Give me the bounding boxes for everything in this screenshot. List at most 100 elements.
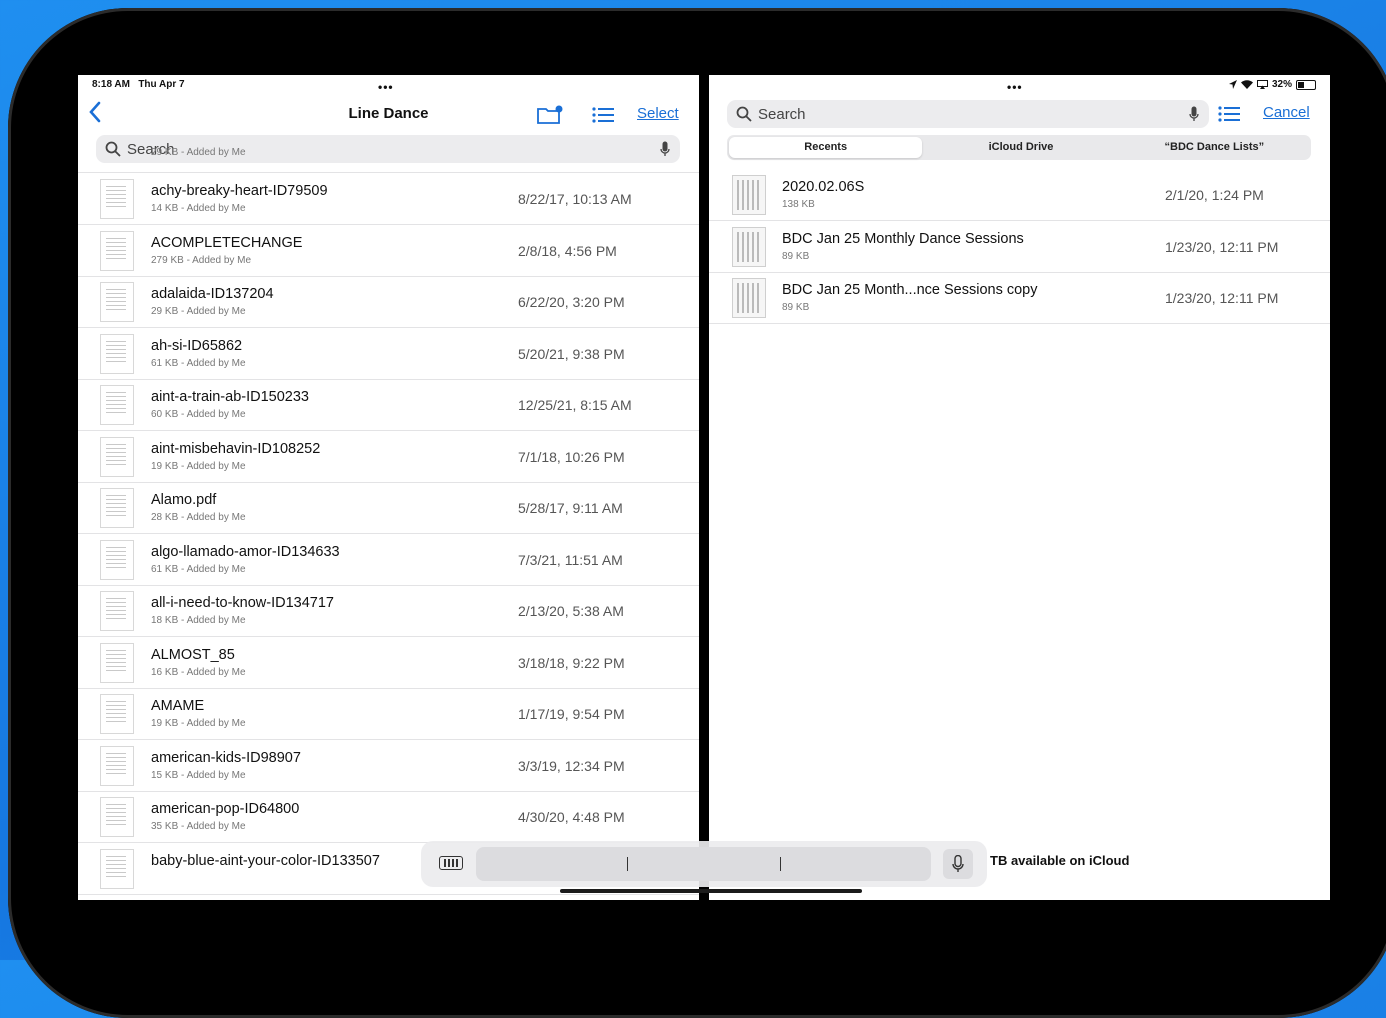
list-item[interactable]: ah-si-ID65862 61 KB - Added by Me 5/20/21,… [78, 328, 699, 380]
file-meta: 28 KB - Added by Me [151, 512, 246, 523]
document-thumbnail [100, 797, 134, 837]
file-meta: 14 KB - Added by Me [151, 203, 246, 214]
dictation-button[interactable] [943, 849, 973, 879]
tab-icloud-drive[interactable]: iCloud Drive [924, 135, 1117, 160]
list-item[interactable]: ACOMPLETECHANGE 279 KB - Added by Me 2/8/1… [78, 225, 699, 277]
document-thumbnail [100, 848, 134, 889]
left-files-pane: 8:18 AM Thu Apr 7 ••• Line Dance Select … [78, 75, 699, 900]
file-name: aint-a-train-ab-ID150233 [151, 389, 309, 405]
list-item[interactable]: adalaida-ID137204 29 KB - Added by Me 6/22… [78, 276, 699, 328]
file-name: american-pop-ID64800 [151, 801, 300, 817]
list-item[interactable]: BDC Jan 25 Month...nce Sessions copy 89 K… [709, 272, 1330, 324]
list-item[interactable]: 29 KB - Added by Me [78, 145, 699, 173]
icloud-storage-text: TB available on iCloud [990, 853, 1130, 868]
multitasking-dots[interactable]: ••• [1007, 80, 1023, 94]
file-name: baby-blue-aint-your-color-ID133507 [151, 852, 380, 869]
document-thumbnail [100, 230, 134, 271]
list-item[interactable]: aint-misbehavin-ID108252 19 KB - Added by… [78, 431, 699, 483]
document-thumbnail [100, 488, 134, 528]
list-item[interactable]: american-kids-ID98907 15 KB - Added by Me… [78, 740, 699, 792]
file-date: 1/17/19, 9:54 PM [518, 706, 625, 722]
list-item[interactable]: Alamo.pdf 28 KB - Added by Me 5/28/17, 9:1… [78, 482, 699, 534]
file-date: 7/1/18, 10:26 PM [518, 448, 625, 465]
file-name: ALMOST_85 [151, 646, 235, 663]
multitasking-dots[interactable]: ••• [378, 80, 394, 94]
tab-bdc-dance-lists[interactable]: “BDC Dance Lists” [1118, 135, 1311, 160]
file-date: 1/23/20, 12:11 PM [1165, 238, 1279, 255]
split-view-divider[interactable] [699, 75, 709, 900]
file-name: achy-breaky-heart-ID79509 [151, 183, 328, 199]
file-date: 2/1/20, 1:24 PM [1165, 187, 1264, 203]
list-item[interactable]: all-i-need-to-know-ID134717 18 KB - Added… [78, 585, 699, 637]
keyboard-icon[interactable] [439, 856, 463, 870]
list-item[interactable]: american-pop-ID64800 35 KB - Added by Me 4… [78, 791, 699, 843]
file-meta: 19 KB - Added by Me [151, 460, 246, 472]
document-thumbnail [100, 436, 134, 477]
search-input[interactable]: Search [727, 100, 1209, 128]
list-item[interactable]: BDC Jan 25 Monthly Dance Sessions 89 KB 1/… [709, 221, 1330, 273]
document-thumbnail [100, 539, 134, 580]
document-thumbnail [100, 745, 134, 786]
file-date: 8/22/17, 10:13 AM [518, 191, 632, 207]
file-meta: 89 KB [782, 250, 810, 262]
microphone-icon [952, 855, 964, 872]
file-meta: 16 KB - Added by Me [151, 666, 246, 678]
file-meta: 19 KB - Added by Me [151, 718, 246, 729]
file-date: 2/8/18, 4:56 PM [518, 242, 617, 259]
file-name: AMAME [151, 698, 205, 714]
file-date: 12/25/21, 8:15 AM [518, 397, 632, 413]
document-thumbnail [100, 642, 134, 683]
document-thumbnail [732, 226, 766, 267]
file-meta: 279 KB - Added by Me [151, 254, 252, 266]
document-thumbnail [100, 385, 134, 425]
file-meta: 29 KB - Added by Me [151, 306, 246, 317]
file-date: 3/3/19, 12:34 PM [518, 757, 625, 774]
file-name: Alamo.pdf [151, 492, 217, 508]
battery-percent: 32% [1271, 79, 1292, 90]
list-item[interactable]: achy-breaky-heart-ID79509 14 KB - Added b… [78, 173, 699, 225]
file-meta: 35 KB - Added by Me [151, 821, 246, 832]
file-date: 6/22/20, 3:20 PM [518, 294, 625, 310]
file-meta: 138 KB [782, 199, 815, 210]
document-thumbnail [100, 333, 134, 374]
microphone-icon[interactable] [1189, 106, 1199, 122]
document-thumbnail [100, 179, 134, 219]
new-folder-icon[interactable] [537, 105, 565, 130]
file-name: BDC Jan 25 Month...nce Sessions copy [782, 282, 1038, 298]
select-button[interactable]: Select [637, 105, 679, 122]
file-date: 2/13/20, 5:38 AM [518, 603, 624, 619]
cancel-button[interactable]: Cancel [1263, 104, 1310, 121]
status-bar-right: 32% [1228, 79, 1316, 90]
list-view-icon[interactable] [1218, 106, 1240, 127]
file-name: ah-si-ID65862 [151, 337, 243, 354]
list-item[interactable]: ALMOST_85 16 KB - Added by Me 3/18/18, 9:2… [78, 637, 699, 689]
file-name: all-i-need-to-know-ID134717 [151, 595, 334, 611]
location-segmented-control: Recents iCloud Drive “BDC Dance Lists” [727, 135, 1311, 160]
document-thumbnail [732, 175, 766, 215]
file-date: 1/23/20, 12:11 PM [1165, 290, 1279, 306]
file-date: 7/3/21, 11:51 AM [518, 551, 623, 568]
file-name: BDC Jan 25 Monthly Dance Sessions [782, 230, 1024, 247]
list-item[interactable]: 2020.02.06S 138 KB 2/1/20, 1:24 PM [709, 169, 1330, 221]
file-date: 5/20/21, 9:38 PM [518, 345, 625, 362]
list-item[interactable]: algo-llamado-amor-ID134633 61 KB - Added … [78, 534, 699, 586]
home-indicator[interactable] [560, 889, 862, 893]
file-name: ACOMPLETECHANGE [151, 234, 303, 251]
list-item[interactable]: AMAME 19 KB - Added by Me 1/17/19, 9:54 PM [78, 688, 699, 740]
file-meta: 89 KB [782, 302, 810, 313]
file-date: 4/30/20, 4:48 PM [518, 809, 625, 825]
search-placeholder: Search [758, 105, 806, 123]
wifi-icon [1240, 80, 1253, 89]
search-icon [736, 106, 752, 122]
file-meta: 60 KB - Added by Me [151, 409, 246, 420]
file-name: aint-misbehavin-ID108252 [151, 440, 321, 457]
text-input-field[interactable] [476, 847, 931, 881]
tab-recents[interactable]: Recents [729, 137, 923, 158]
document-thumbnail [100, 694, 134, 734]
file-date: 3/18/18, 9:22 PM [518, 654, 625, 671]
status-time: 8:18 AM Thu Apr 7 [92, 79, 185, 90]
document-thumbnail [100, 591, 134, 631]
file-name: algo-llamado-amor-ID134633 [151, 543, 340, 560]
list-view-icon[interactable] [592, 107, 614, 128]
list-item[interactable]: aint-a-train-ab-ID150233 60 KB - Added by… [78, 379, 699, 431]
